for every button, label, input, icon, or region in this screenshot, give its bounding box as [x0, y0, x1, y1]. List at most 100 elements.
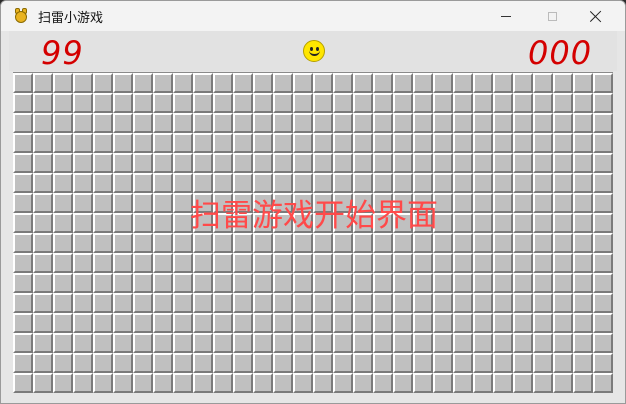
- minefield-cell[interactable]: [273, 213, 293, 233]
- minefield-cell[interactable]: [173, 113, 193, 133]
- minefield-cell[interactable]: [93, 253, 113, 273]
- minefield-cell[interactable]: [93, 373, 113, 393]
- minefield-cell[interactable]: [193, 313, 213, 333]
- minefield-cell[interactable]: [453, 93, 473, 113]
- minefield-cell[interactable]: [493, 293, 513, 313]
- minefield-cell[interactable]: [433, 153, 453, 173]
- minefield-cell[interactable]: [533, 233, 553, 253]
- minefield-cell[interactable]: [33, 333, 53, 353]
- minefield-cell[interactable]: [253, 193, 273, 213]
- minefield-cell[interactable]: [193, 93, 213, 113]
- minefield-cell[interactable]: [213, 373, 233, 393]
- minefield-cell[interactable]: [553, 173, 573, 193]
- minefield-cell[interactable]: [533, 213, 553, 233]
- minefield-cell[interactable]: [353, 293, 373, 313]
- minefield-cell[interactable]: [13, 353, 33, 373]
- minefield-cell[interactable]: [13, 73, 33, 93]
- minefield-cell[interactable]: [433, 373, 453, 393]
- minefield-cell[interactable]: [333, 313, 353, 333]
- minefield-cell[interactable]: [293, 133, 313, 153]
- minefield-cell[interactable]: [233, 233, 253, 253]
- minefield-cell[interactable]: [493, 173, 513, 193]
- minefield-cell[interactable]: [513, 273, 533, 293]
- minefield-cell[interactable]: [553, 93, 573, 113]
- minefield-cell[interactable]: [93, 193, 113, 213]
- minefield-cell[interactable]: [313, 173, 333, 193]
- minefield-cell[interactable]: [573, 153, 593, 173]
- minefield-cell[interactable]: [133, 273, 153, 293]
- minefield-cell[interactable]: [533, 133, 553, 153]
- minefield-cell[interactable]: [133, 373, 153, 393]
- minefield-cell[interactable]: [533, 93, 553, 113]
- minefield-cell[interactable]: [513, 73, 533, 93]
- minefield-cell[interactable]: [533, 333, 553, 353]
- minefield-cell[interactable]: [353, 93, 373, 113]
- minefield-cell[interactable]: [573, 73, 593, 93]
- minefield-cell[interactable]: [113, 313, 133, 333]
- minefield-cell[interactable]: [93, 173, 113, 193]
- minefield-cell[interactable]: [393, 273, 413, 293]
- minefield-cell[interactable]: [533, 253, 553, 273]
- minefield-cell[interactable]: [113, 253, 133, 273]
- minefield-cell[interactable]: [353, 73, 373, 93]
- minefield-cell[interactable]: [253, 93, 273, 113]
- minefield-cell[interactable]: [353, 333, 373, 353]
- minefield-cell[interactable]: [513, 353, 533, 373]
- minefield-cell[interactable]: [13, 93, 33, 113]
- minefield-cell[interactable]: [493, 113, 513, 133]
- minefield-cell[interactable]: [393, 253, 413, 273]
- minefield-cell[interactable]: [333, 353, 353, 373]
- minefield-cell[interactable]: [193, 73, 213, 93]
- minefield-cell[interactable]: [153, 153, 173, 173]
- minefield-cell[interactable]: [73, 73, 93, 93]
- minefield-cell[interactable]: [113, 353, 133, 373]
- minefield-cell[interactable]: [113, 273, 133, 293]
- minefield-cell[interactable]: [153, 313, 173, 333]
- minefield-cell[interactable]: [193, 233, 213, 253]
- minefield-cell[interactable]: [33, 173, 53, 193]
- minefield-cell[interactable]: [53, 213, 73, 233]
- minefield-cell[interactable]: [413, 113, 433, 133]
- minefield-cell[interactable]: [193, 373, 213, 393]
- minefield-cell[interactable]: [193, 353, 213, 373]
- minefield-cell[interactable]: [353, 213, 373, 233]
- minefield-cell[interactable]: [133, 233, 153, 253]
- minefield-cell[interactable]: [93, 293, 113, 313]
- minefield-cell[interactable]: [153, 93, 173, 113]
- minefield-cell[interactable]: [333, 213, 353, 233]
- minefield-cell[interactable]: [293, 173, 313, 193]
- minefield-cell[interactable]: [113, 133, 133, 153]
- minefield-cell[interactable]: [33, 253, 53, 273]
- minefield-cell[interactable]: [93, 333, 113, 353]
- minefield-cell[interactable]: [493, 253, 513, 273]
- minefield-cell[interactable]: [313, 353, 333, 373]
- minefield-cell[interactable]: [413, 193, 433, 213]
- minefield-cell[interactable]: [453, 173, 473, 193]
- minefield-cell[interactable]: [93, 93, 113, 113]
- minefield-cell[interactable]: [153, 173, 173, 193]
- minefield-cell[interactable]: [333, 93, 353, 113]
- minefield-cell[interactable]: [553, 373, 573, 393]
- minefield-cell[interactable]: [153, 373, 173, 393]
- minefield-cell[interactable]: [213, 133, 233, 153]
- minefield-cell[interactable]: [53, 73, 73, 93]
- minefield-cell[interactable]: [353, 193, 373, 213]
- minefield-cell[interactable]: [13, 193, 33, 213]
- minefield-cell[interactable]: [33, 353, 53, 373]
- minefield-cell[interactable]: [573, 193, 593, 213]
- minefield-cell[interactable]: [533, 353, 553, 373]
- minefield-cell[interactable]: [553, 153, 573, 173]
- minefield-cell[interactable]: [73, 253, 93, 273]
- minefield-cell[interactable]: [73, 273, 93, 293]
- minefield-cell[interactable]: [293, 113, 313, 133]
- minefield-cell[interactable]: [433, 93, 453, 113]
- minefield-cell[interactable]: [233, 133, 253, 153]
- minefield-cell[interactable]: [173, 153, 193, 173]
- minefield-cell[interactable]: [213, 153, 233, 173]
- minefield-cell[interactable]: [473, 73, 493, 93]
- minefield-cell[interactable]: [113, 93, 133, 113]
- minefield-cell[interactable]: [593, 253, 613, 273]
- minefield-cell[interactable]: [233, 213, 253, 233]
- minefield-cell[interactable]: [253, 233, 273, 253]
- minefield-cell[interactable]: [273, 253, 293, 273]
